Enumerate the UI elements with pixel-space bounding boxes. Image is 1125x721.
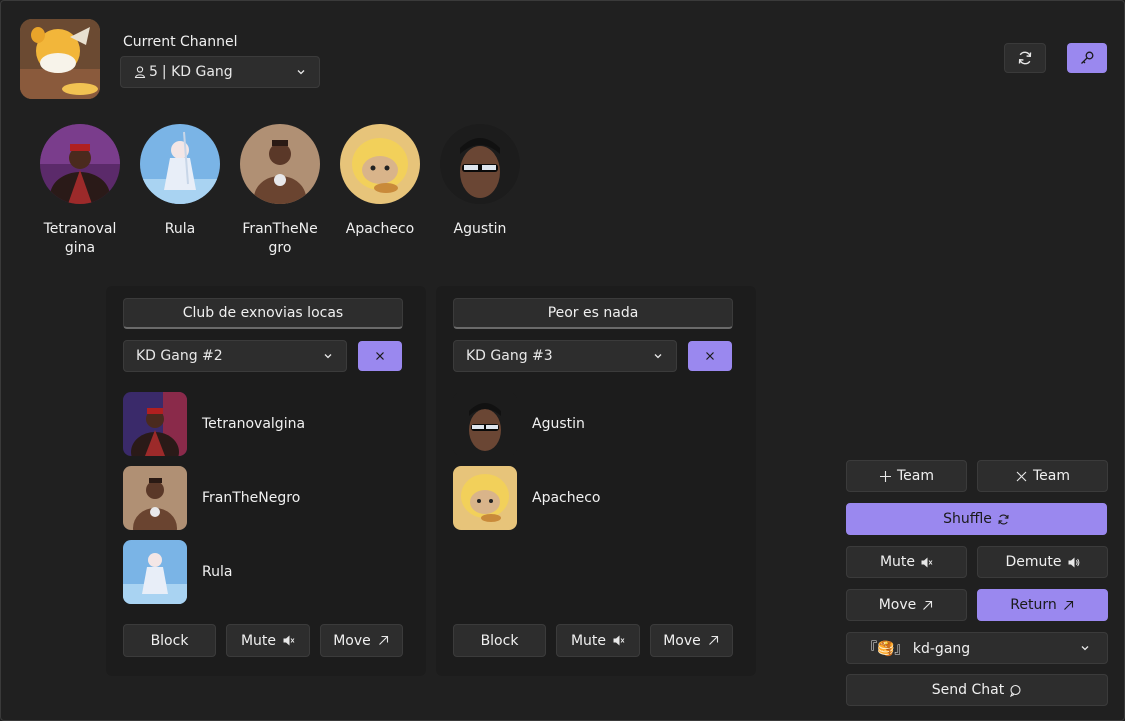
arrow-up-right-icon <box>1063 600 1073 610</box>
member-card[interactable]: Apacheco <box>340 124 420 239</box>
chevron-down-icon <box>654 354 662 359</box>
close-icon <box>1016 471 1027 481</box>
close-icon <box>376 352 384 360</box>
member-avatar <box>440 124 520 204</box>
member-name: Apacheco <box>345 221 415 237</box>
remove-channel-button[interactable] <box>358 341 402 371</box>
remove-channel-button[interactable] <box>688 341 732 371</box>
player-name: Rula <box>202 564 233 580</box>
demute-all-button[interactable]: Demute <box>977 546 1108 578</box>
text-channel-name: 『🥞』 kd-gang <box>863 641 971 657</box>
block-label: Block <box>480 632 519 649</box>
mute-all-label: Mute <box>879 554 916 570</box>
send-chat-label: Send Chat <box>931 682 1005 698</box>
mute-all-button[interactable]: Mute <box>846 546 967 578</box>
block-button[interactable]: Block <box>453 624 546 657</box>
arrow-up-right-icon <box>708 635 718 645</box>
list-item[interactable]: Tetranovalgina <box>123 392 305 456</box>
move-label: Move <box>663 632 701 649</box>
player-name: Agustin <box>532 416 585 432</box>
chevron-down-icon <box>1081 646 1089 651</box>
team-channel-name: KD Gang #2 <box>136 348 223 364</box>
channel-select[interactable]: 5 | KD Gang <box>120 56 320 88</box>
team-channel-name: KD Gang #3 <box>466 348 553 364</box>
send-chat-button[interactable]: Send Chat <box>846 674 1108 706</box>
list-item[interactable]: Rula <box>123 540 232 604</box>
return-button[interactable]: Return <box>977 589 1108 621</box>
team-channel-select[interactable]: KD Gang #3 <box>453 340 677 372</box>
team-channel-select[interactable]: KD Gang #2 <box>123 340 347 372</box>
list-item[interactable]: Apacheco <box>453 466 601 530</box>
close-icon <box>706 352 714 360</box>
plus-icon <box>879 470 891 482</box>
player-avatar <box>453 392 517 456</box>
member-card[interactable]: Agustin <box>440 124 520 239</box>
block-button[interactable]: Block <box>123 624 216 657</box>
channel-name: | KD Gang <box>161 64 233 80</box>
shuffle-label: Shuffle <box>943 511 992 527</box>
current-channel-label: Current Channel <box>123 34 238 50</box>
chat-icon <box>1010 684 1021 697</box>
member-name: Agustin <box>453 221 507 237</box>
member-avatar <box>340 124 420 204</box>
move-all-button[interactable]: Move <box>846 589 967 621</box>
text-channel-select[interactable]: 『🥞』 kd-gang <box>846 632 1108 664</box>
member-name: Tetranovalgina <box>43 221 117 256</box>
list-item[interactable]: FranTheNegro <box>123 466 300 530</box>
key-button[interactable] <box>1067 43 1107 73</box>
refresh-icon <box>998 514 1009 524</box>
arrow-up-right-icon <box>378 635 388 645</box>
member-avatar <box>140 124 220 204</box>
member-name: Rula <box>164 221 196 237</box>
refresh-button[interactable] <box>1004 43 1046 73</box>
player-name: Tetranovalgina <box>202 416 306 432</box>
move-button[interactable]: Move <box>320 624 403 657</box>
member-card[interactable]: Rula <box>140 124 220 239</box>
player-avatar <box>453 466 517 530</box>
mute-label: Mute <box>570 632 607 649</box>
member-card[interactable]: Tetranovalgina <box>40 124 120 258</box>
speaker-mute-icon <box>283 635 295 646</box>
speaker-mute-icon <box>613 635 625 646</box>
mute-label: Mute <box>240 632 277 649</box>
chevron-down-icon <box>324 354 332 359</box>
player-name: Apacheco <box>532 490 601 506</box>
team-panel: Club de exnovias locas KD Gang #2 Tetran… <box>106 286 426 676</box>
mute-button[interactable]: Mute <box>556 624 640 657</box>
member-card[interactable]: FranTheNegro <box>240 124 320 258</box>
speaker-icon <box>1068 557 1079 567</box>
user-icon <box>134 66 146 79</box>
add-team-label: Team <box>896 468 934 484</box>
move-button[interactable]: Move <box>650 624 733 657</box>
member-avatar <box>40 124 120 204</box>
speaker-mute-icon <box>921 557 933 567</box>
remove-team-label: Team <box>1032 468 1070 484</box>
demute-all-label: Demute <box>1005 554 1062 570</box>
block-label: Block <box>150 632 189 649</box>
move-all-label: Move <box>878 597 917 613</box>
player-name: FranTheNegro <box>202 490 301 506</box>
move-label: Move <box>333 632 371 649</box>
key-icon <box>1081 51 1094 64</box>
member-avatar <box>240 124 320 204</box>
mute-button[interactable]: Mute <box>226 624 310 657</box>
add-team-button[interactable]: Team <box>846 460 967 492</box>
player-avatar <box>123 392 187 456</box>
arrow-up-right-icon <box>923 600 933 610</box>
list-item[interactable]: Agustin <box>453 392 585 456</box>
refresh-icon <box>1018 51 1032 65</box>
chevron-down-icon <box>297 70 305 75</box>
return-label: Return <box>1010 597 1057 613</box>
team-panel: Peor es nada KD Gang #3 Agustin Apacheco… <box>436 286 756 676</box>
player-avatar <box>123 540 187 604</box>
server-icon <box>20 19 100 99</box>
shuffle-button[interactable]: Shuffle <box>846 503 1107 535</box>
member-name: FranTheNegro <box>242 221 318 256</box>
team-name[interactable]: Peor es nada <box>453 298 733 329</box>
player-avatar <box>123 466 187 530</box>
remove-team-button[interactable]: Team <box>977 460 1108 492</box>
team-name[interactable]: Club de exnovias locas <box>123 298 403 329</box>
channel-user-count: 5 <box>149 64 158 80</box>
